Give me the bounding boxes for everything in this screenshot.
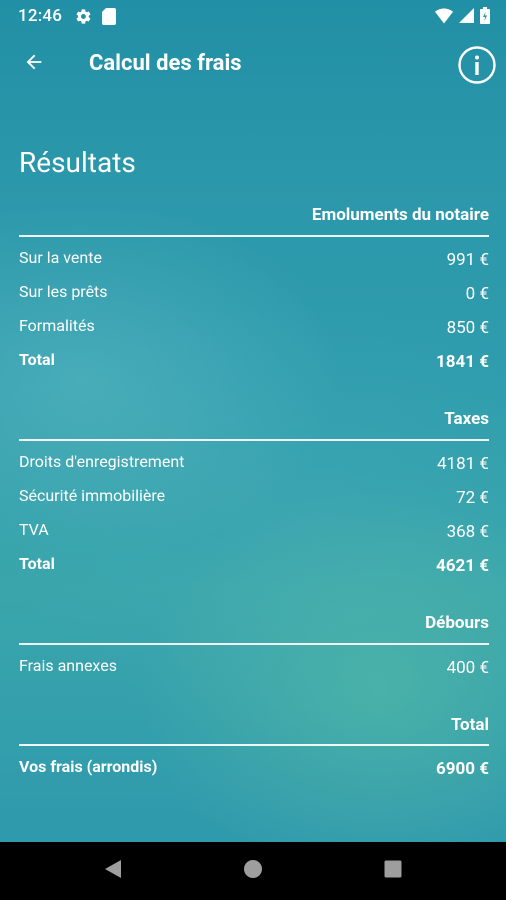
list-item: Sur les prêts 0 € — [19, 282, 489, 306]
back-button[interactable] — [16, 46, 52, 82]
info-icon — [458, 46, 496, 88]
list-item: Frais annexes 400 € — [19, 656, 489, 680]
row-value: 368 € — [446, 522, 489, 542]
row-value: 991 € — [446, 250, 489, 270]
status-right-icons — [435, 7, 490, 28]
total-row: Total 4621 € — [19, 554, 489, 578]
row-value: 4621 € — [436, 556, 489, 576]
status-left-icons — [75, 8, 116, 29]
section-divider — [19, 439, 489, 441]
status-bar: 12:46 — [0, 0, 506, 32]
nav-home-button[interactable] — [239, 857, 267, 885]
info-button[interactable] — [458, 46, 496, 84]
section-header-emoluments: Emoluments du notaire — [311, 205, 489, 225]
row-label: TVA — [19, 520, 49, 539]
section-divider — [19, 744, 489, 746]
recents-square-icon — [383, 859, 403, 883]
gear-icon — [75, 8, 92, 29]
section-divider — [19, 643, 489, 645]
row-value: 72 € — [456, 488, 489, 508]
total-row: Total 1841 € — [19, 350, 489, 374]
row-label: Formalités — [19, 316, 95, 335]
section-header-total: Total — [450, 715, 489, 735]
row-label: Total — [19, 554, 55, 573]
list-item: Droits d'enregistrement 4181 € — [19, 452, 489, 476]
row-label: Sur la vente — [19, 248, 102, 267]
row-value: 400 € — [446, 658, 489, 678]
status-time: 12:46 — [18, 6, 63, 26]
row-label: Droits d'enregistrement — [19, 452, 185, 471]
row-value: 6900 € — [436, 759, 489, 779]
row-value: 850 € — [446, 318, 489, 338]
row-value: 4181 € — [437, 454, 489, 474]
list-item: Sur la vente 991 € — [19, 248, 489, 272]
app-bar: Calcul des frais — [0, 32, 506, 98]
arrow-left-icon — [23, 51, 45, 77]
nav-recents-button[interactable] — [379, 857, 407, 885]
back-triangle-icon — [103, 859, 123, 883]
row-value: 0 € — [465, 284, 489, 304]
cell-signal-icon — [459, 8, 474, 27]
row-label: Sur les prêts — [19, 282, 108, 301]
page-title: Calcul des frais — [89, 51, 242, 76]
row-label: Vos frais (arrondis) — [19, 757, 158, 776]
list-item: TVA 368 € — [19, 520, 489, 544]
nav-back-button[interactable] — [99, 857, 127, 885]
row-value: 1841 € — [436, 352, 489, 372]
row-label: Sécurité immobilière — [19, 486, 166, 505]
section-header-taxes: Taxes — [444, 409, 489, 429]
row-label: Frais annexes — [19, 656, 117, 675]
grand-total-row: Vos frais (arrondis) 6900 € — [19, 757, 489, 781]
system-nav-bar — [0, 842, 506, 900]
results-title: Résultats — [19, 146, 136, 179]
wifi-icon — [435, 8, 453, 28]
section-header-debours: Débours — [425, 613, 489, 633]
battery-icon — [480, 7, 490, 28]
list-item: Formalités 850 € — [19, 316, 489, 340]
home-circle-icon — [243, 859, 263, 883]
app-screen: 12:46 Calcul des frais Résultats Emolume… — [0, 0, 506, 842]
sd-card-icon — [102, 8, 116, 29]
row-label: Total — [19, 350, 55, 369]
list-item: Sécurité immobilière 72 € — [19, 486, 489, 510]
section-divider — [19, 235, 489, 237]
